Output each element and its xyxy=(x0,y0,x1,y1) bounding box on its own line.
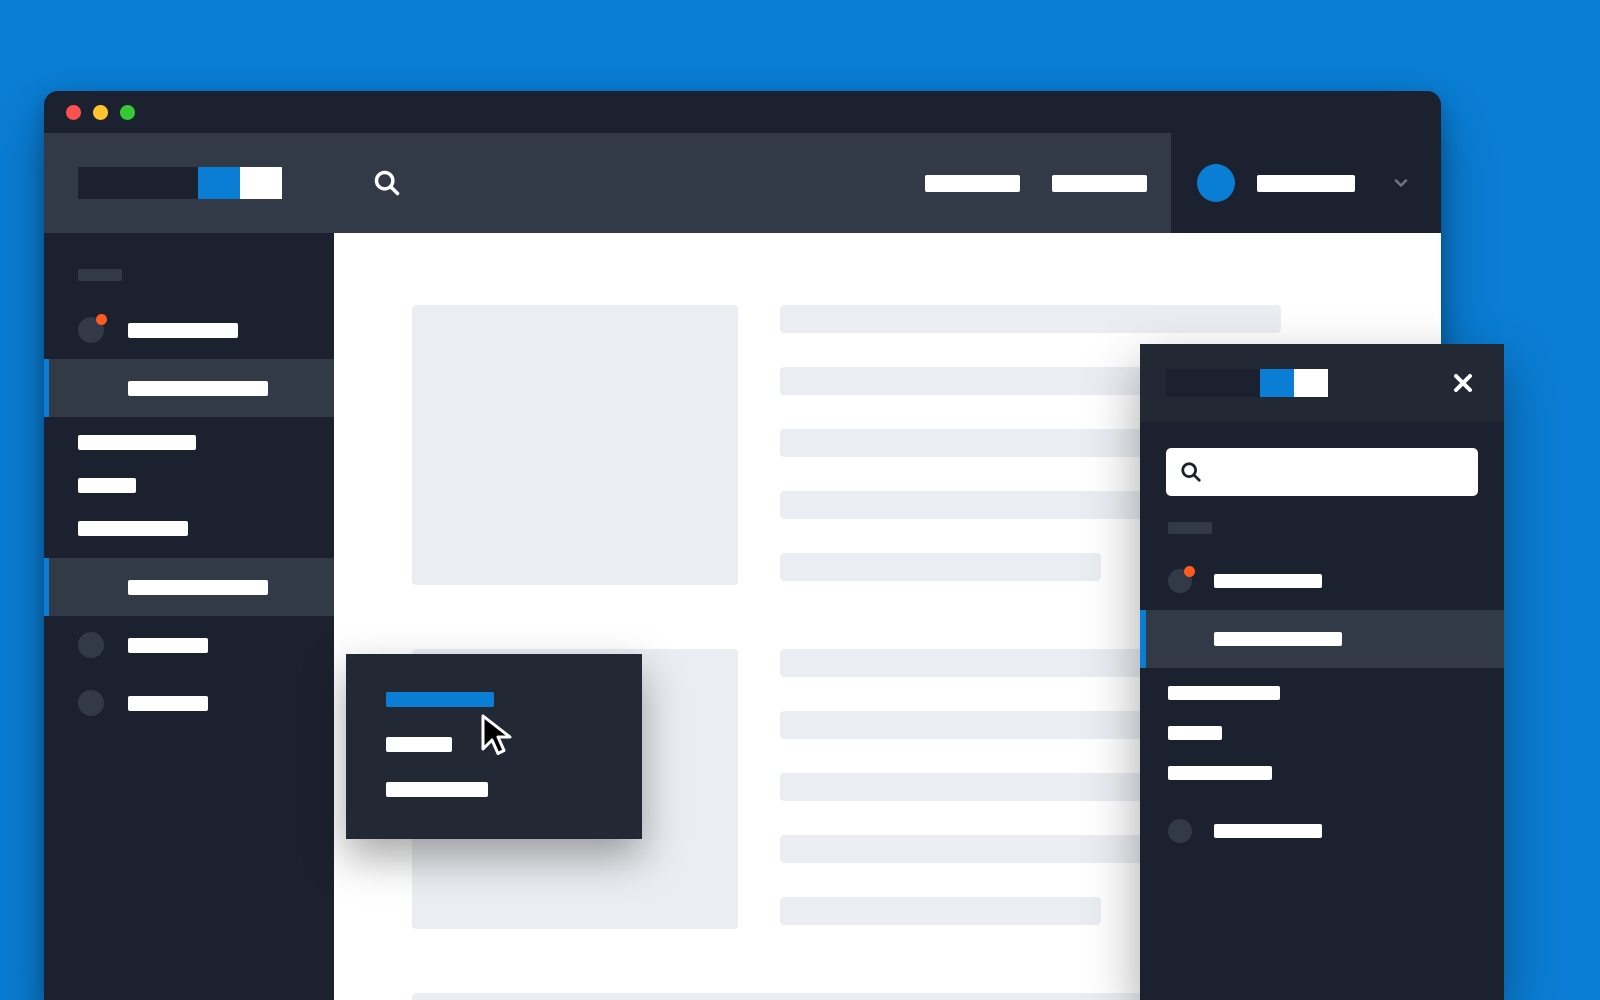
panel-item[interactable] xyxy=(1140,802,1504,860)
panel-item-icon xyxy=(1168,569,1192,593)
search-icon xyxy=(1180,461,1202,483)
panel-subitem[interactable] xyxy=(1168,766,1272,780)
sidebar-item-label xyxy=(128,638,208,653)
panel-search-wrap xyxy=(1140,422,1504,522)
panel-header xyxy=(1140,344,1504,422)
sidebar-item[interactable] xyxy=(44,301,334,359)
notification-badge xyxy=(1184,566,1195,577)
panel-item[interactable] xyxy=(1140,610,1504,668)
panel-subitem[interactable] xyxy=(1168,726,1222,740)
sidebar-section-label xyxy=(78,269,122,281)
panel-item[interactable] xyxy=(1140,552,1504,610)
sidebar-item-label xyxy=(128,381,268,396)
sidebar-item-icon xyxy=(78,632,104,658)
topbar-main xyxy=(334,133,1171,233)
panel-close-button[interactable] xyxy=(1448,368,1478,398)
sidebar-item-label xyxy=(128,696,208,711)
panel-item-label xyxy=(1214,632,1342,646)
notification-badge xyxy=(96,314,107,325)
close-icon xyxy=(1451,371,1475,395)
window-zoom-button[interactable] xyxy=(120,105,135,120)
user-name xyxy=(1257,175,1355,192)
chevron-down-icon xyxy=(1391,173,1411,193)
panel-logo[interactable] xyxy=(1166,369,1328,397)
sidebar xyxy=(44,233,334,1000)
brand-logo[interactable] xyxy=(78,167,282,199)
panel-item-label xyxy=(1214,824,1322,838)
context-menu-item[interactable] xyxy=(386,737,452,752)
sidebar-item-label xyxy=(128,323,238,338)
brand-area xyxy=(44,133,334,233)
avatar xyxy=(1197,164,1235,202)
sidebar-subitem[interactable] xyxy=(78,478,136,493)
context-menu-item[interactable] xyxy=(386,782,488,797)
sidebar-item[interactable] xyxy=(44,674,334,732)
sidebar-item[interactable] xyxy=(44,359,334,417)
panel-item-icon xyxy=(1168,819,1192,843)
top-nav-link[interactable] xyxy=(1052,175,1147,192)
topbar xyxy=(44,133,1441,233)
cursor-icon xyxy=(480,713,516,755)
sidebar-item-icon xyxy=(78,375,104,401)
sidebar-subitem[interactable] xyxy=(78,435,196,450)
panel-search-input[interactable] xyxy=(1166,448,1478,496)
window-minimize-button[interactable] xyxy=(93,105,108,120)
top-nav-link[interactable] xyxy=(925,175,1020,192)
text-line xyxy=(780,897,1101,925)
panel-section-label xyxy=(1168,522,1212,534)
panel-body xyxy=(1140,522,1504,1000)
sidebar-subitem[interactable] xyxy=(78,521,188,536)
card-image xyxy=(412,305,738,585)
text-line xyxy=(780,553,1101,581)
floating-panel xyxy=(1140,344,1504,1000)
panel-subitem[interactable] xyxy=(1168,686,1280,700)
panel-subnav xyxy=(1140,668,1504,802)
titlebar xyxy=(44,91,1441,133)
context-menu-item[interactable] xyxy=(386,692,494,707)
text-line xyxy=(780,305,1281,333)
window-close-button[interactable] xyxy=(66,105,81,120)
sidebar-item[interactable] xyxy=(44,558,334,616)
sidebar-item-icon xyxy=(78,317,104,343)
user-menu[interactable] xyxy=(1171,133,1441,233)
search-icon xyxy=(373,169,401,197)
sidebar-item-icon xyxy=(78,574,104,600)
sidebar-subnav xyxy=(44,417,334,558)
panel-item-icon xyxy=(1168,627,1192,651)
search-button[interactable] xyxy=(370,166,404,200)
panel-item-label xyxy=(1214,574,1322,588)
sidebar-item[interactable] xyxy=(44,616,334,674)
sidebar-item-icon xyxy=(78,690,104,716)
sidebar-item-label xyxy=(128,580,268,595)
